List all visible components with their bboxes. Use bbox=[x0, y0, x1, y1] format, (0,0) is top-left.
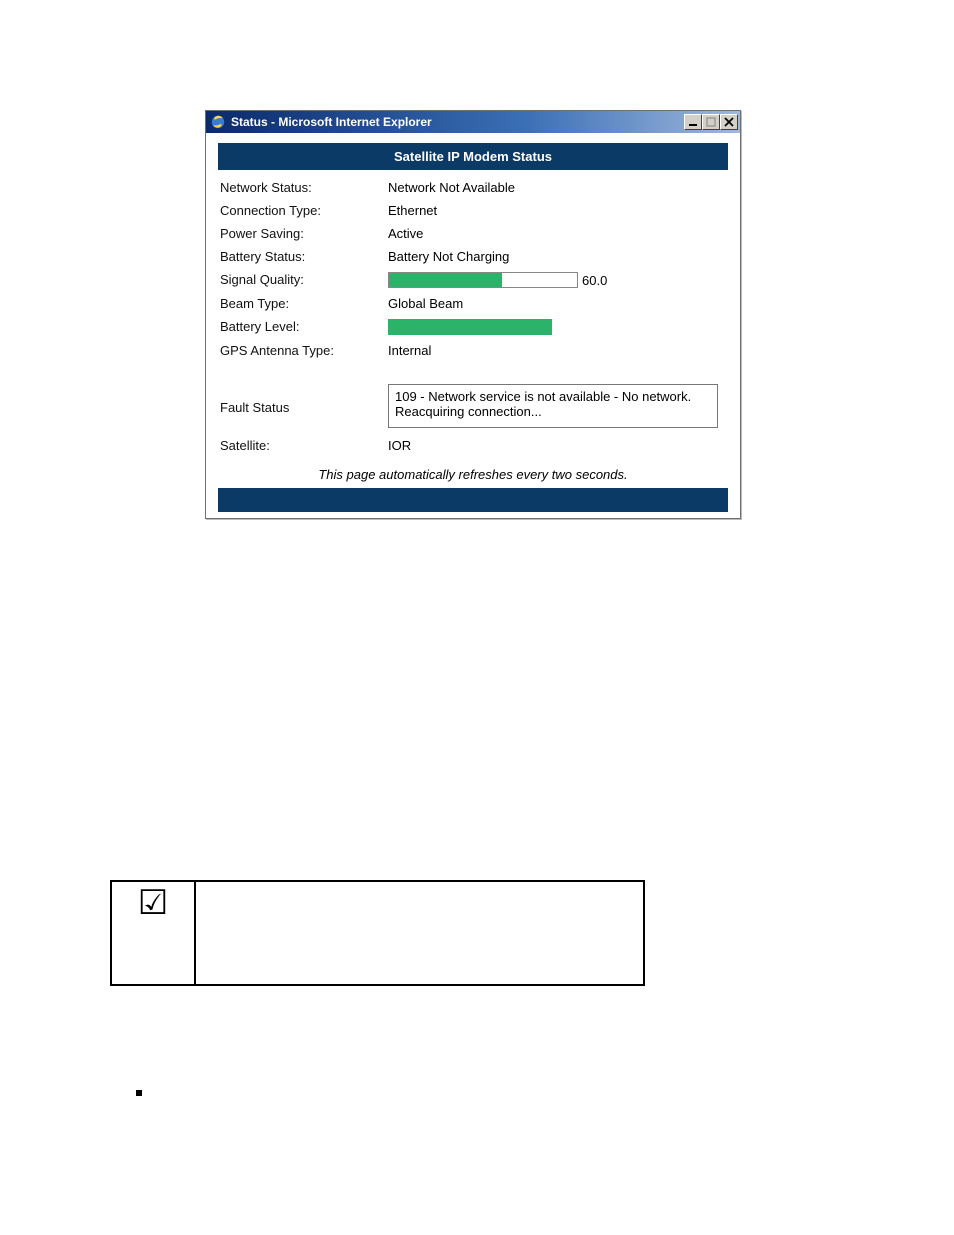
ie-icon bbox=[210, 114, 226, 130]
label-satellite: Satellite: bbox=[220, 438, 388, 453]
label-fault-status: Fault Status bbox=[220, 384, 388, 415]
battery-level-bar bbox=[388, 319, 552, 335]
panel-heading: Satellite IP Modem Status bbox=[218, 143, 728, 170]
label-connection-type: Connection Type: bbox=[220, 203, 388, 218]
bottom-strip bbox=[218, 488, 728, 512]
status-rows: Network Status: Network Not Available Co… bbox=[218, 170, 728, 461]
row-signal-quality: Signal Quality: 60.0 bbox=[220, 268, 726, 292]
value-power-saving: Active bbox=[388, 226, 726, 241]
label-network-status: Network Status: bbox=[220, 180, 388, 195]
row-gps-antenna-type: GPS Antenna Type: Internal bbox=[220, 339, 726, 362]
label-power-saving: Power Saving: bbox=[220, 226, 388, 241]
label-battery-status: Battery Status: bbox=[220, 249, 388, 264]
client-area: Satellite IP Modem Status Network Status… bbox=[206, 133, 740, 518]
label-battery-level: Battery Level: bbox=[220, 319, 388, 334]
value-satellite: IOR bbox=[388, 438, 726, 453]
value-connection-type: Ethernet bbox=[388, 203, 726, 218]
label-gps-antenna-type: GPS Antenna Type: bbox=[220, 343, 388, 358]
window-title: Status - Microsoft Internet Explorer bbox=[231, 115, 684, 129]
value-fault-status: 109 - Network service is not available -… bbox=[388, 384, 726, 428]
refresh-note: This page automatically refreshes every … bbox=[218, 461, 728, 488]
note-row: ☑ bbox=[111, 881, 644, 985]
row-connection-type: Connection Type: Ethernet bbox=[220, 199, 726, 222]
note-text-cell bbox=[195, 881, 644, 985]
row-battery-status: Battery Status: Battery Not Charging bbox=[220, 245, 726, 268]
value-battery-level bbox=[388, 319, 726, 335]
minimize-button[interactable] bbox=[684, 114, 702, 130]
note-check-cell: ☑ bbox=[111, 881, 195, 985]
value-signal-quality: 60.0 bbox=[388, 272, 726, 288]
row-beam-type: Beam Type: Global Beam bbox=[220, 292, 726, 315]
maximize-button[interactable] bbox=[702, 114, 720, 130]
checkbox-checked-icon: ☑ bbox=[138, 884, 168, 922]
titlebar: Status - Microsoft Internet Explorer bbox=[206, 111, 740, 133]
bullet-icon bbox=[136, 1090, 142, 1096]
note-box: ☑ bbox=[110, 880, 645, 986]
fault-status-box: 109 - Network service is not available -… bbox=[388, 384, 718, 428]
label-signal-quality: Signal Quality: bbox=[220, 272, 388, 287]
signal-quality-bar bbox=[388, 272, 578, 288]
row-fault-status: Fault Status 109 - Network service is no… bbox=[220, 380, 726, 432]
signal-quality-value: 60.0 bbox=[582, 273, 607, 288]
value-gps-antenna-type: Internal bbox=[388, 343, 726, 358]
value-network-status: Network Not Available bbox=[388, 180, 726, 195]
status-panel: Satellite IP Modem Status Network Status… bbox=[218, 143, 728, 512]
row-power-saving: Power Saving: Active bbox=[220, 222, 726, 245]
row-satellite: Satellite: IOR bbox=[220, 434, 726, 457]
value-battery-status: Battery Not Charging bbox=[388, 249, 726, 264]
label-beam-type: Beam Type: bbox=[220, 296, 388, 311]
row-network-status: Network Status: Network Not Available bbox=[220, 176, 726, 199]
titlebar-buttons bbox=[684, 114, 738, 130]
signal-quality-fill bbox=[389, 273, 502, 287]
close-button[interactable] bbox=[720, 114, 738, 130]
row-battery-level: Battery Level: bbox=[220, 315, 726, 339]
value-beam-type: Global Beam bbox=[388, 296, 726, 311]
ie-window: Status - Microsoft Internet Explorer Sat… bbox=[205, 110, 741, 519]
